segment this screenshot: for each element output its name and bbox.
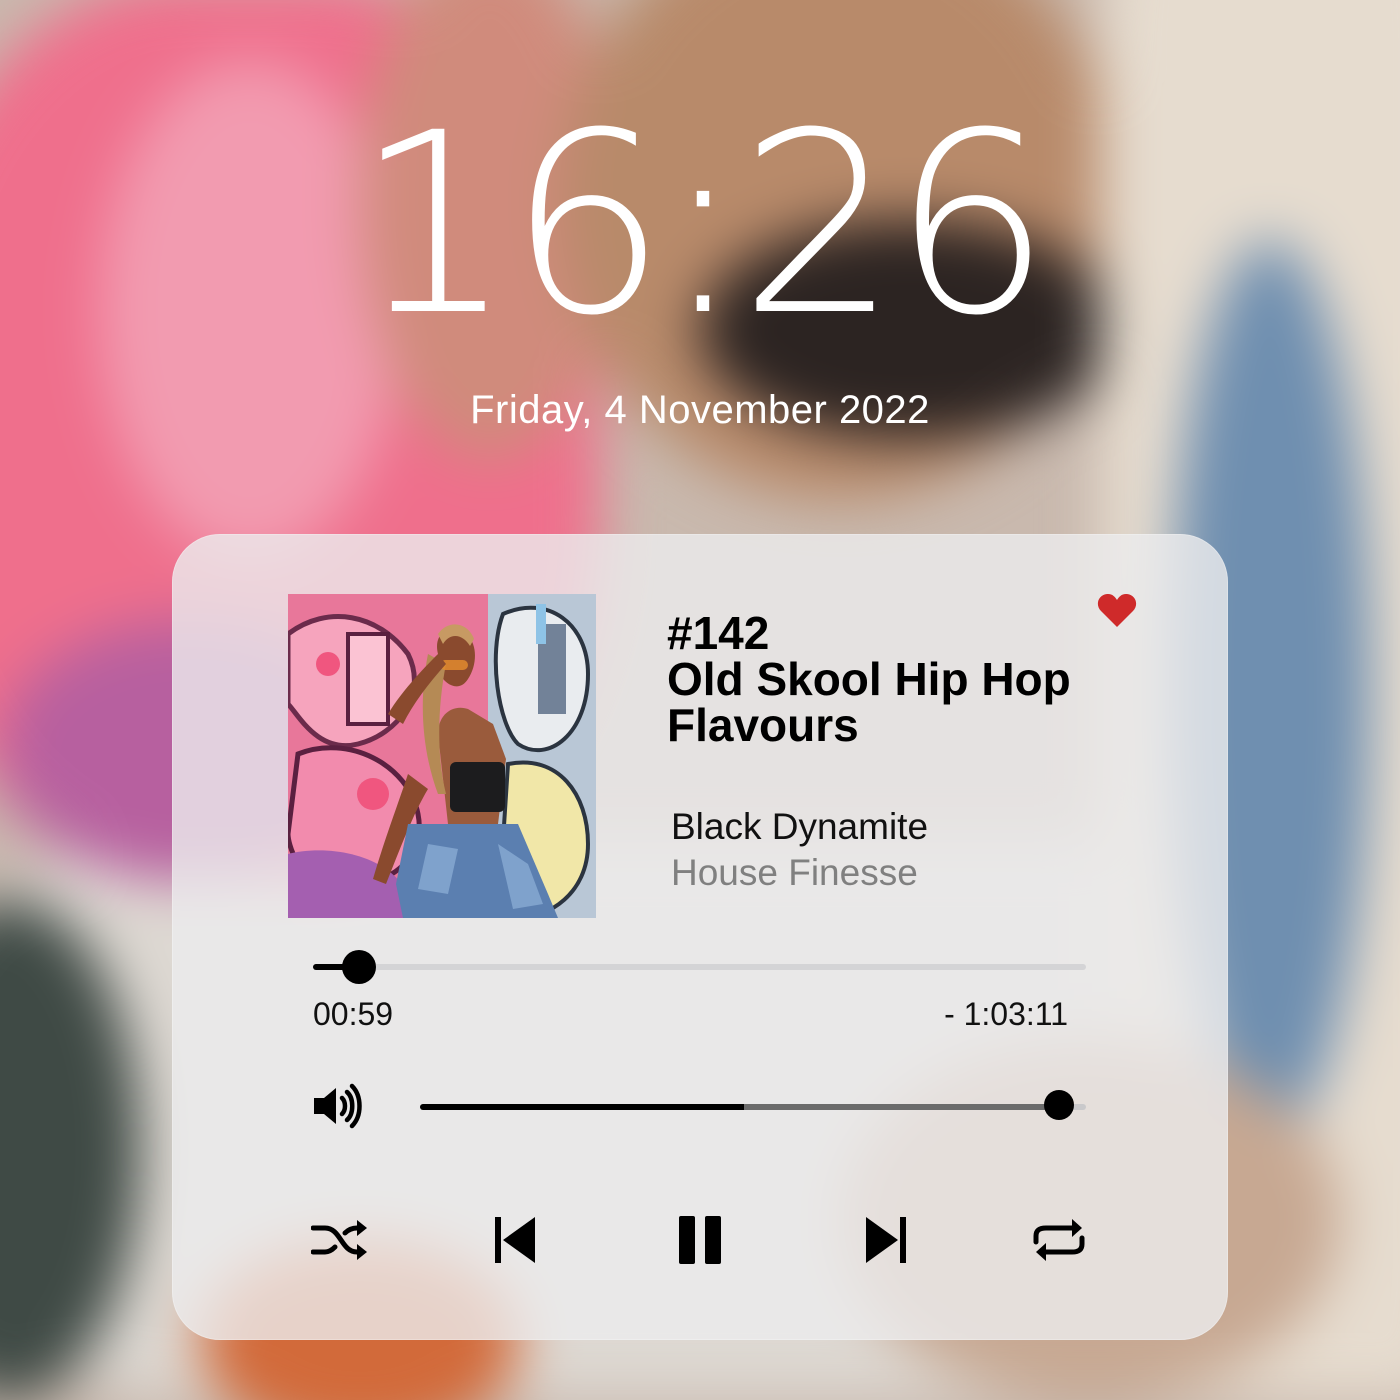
- shuffle-button[interactable]: [311, 1214, 369, 1266]
- speaker-volume-icon[interactable]: [312, 1080, 362, 1132]
- now-playing-widget: #142 Old Skool Hip Hop Flavours Black Dy…: [172, 534, 1228, 1340]
- album-name: House Finesse: [671, 852, 918, 893]
- remaining-time: - 1:03:11: [944, 996, 1068, 1032]
- repeat-icon: [1033, 1219, 1085, 1261]
- volume-slider-handle[interactable]: [1044, 1090, 1075, 1120]
- pause-icon: [679, 1216, 721, 1264]
- volume-fill-secondary: [744, 1104, 1060, 1110]
- track-title-block: #142 Old Skool Hip Hop Flavours: [667, 610, 1147, 748]
- track-title: Old Skool Hip Hop Flavours: [667, 653, 1071, 751]
- volume-fill: [420, 1104, 744, 1110]
- episode-number: #142: [667, 607, 770, 659]
- artist-name: Black Dynamite: [671, 806, 929, 847]
- lockscreen-date: Friday, 4 November 2022: [470, 388, 930, 432]
- volume-slider[interactable]: [420, 1090, 1086, 1120]
- shuffle-icon: [311, 1220, 367, 1260]
- album-artwork: [288, 594, 596, 918]
- previous-track-button[interactable]: [491, 1214, 541, 1266]
- skip-previous-icon: [495, 1217, 535, 1263]
- skip-next-icon: [866, 1217, 906, 1263]
- repeat-button[interactable]: [1030, 1214, 1088, 1266]
- elapsed-time: 00:59: [313, 996, 394, 1032]
- next-track-button[interactable]: [862, 1214, 910, 1266]
- playback-scrubber-handle[interactable]: [342, 950, 377, 984]
- playback-progress-bar[interactable]: [313, 950, 1086, 984]
- lockscreen-clock: 16:26: [354, 79, 1051, 370]
- lock-screen: 16:26 Friday, 4 November 2022 #142 Old S…: [0, 0, 1400, 1400]
- pause-button[interactable]: [675, 1214, 725, 1266]
